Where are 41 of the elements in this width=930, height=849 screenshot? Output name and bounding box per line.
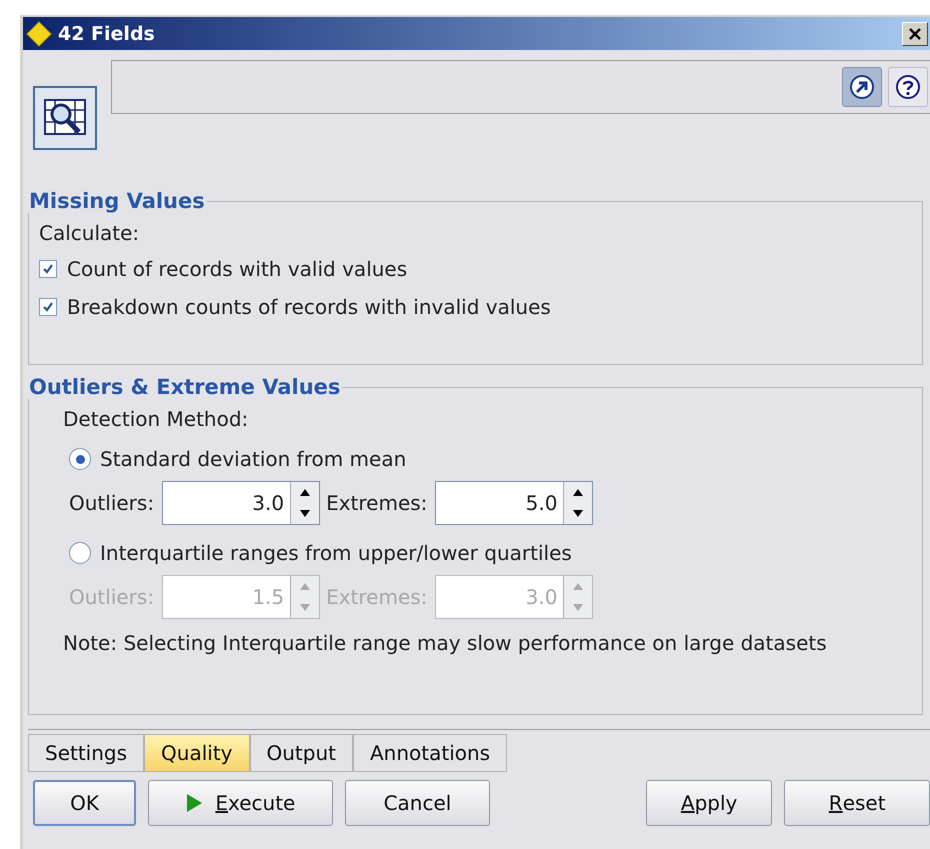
tab[interactable]: Quality [144,734,250,772]
help-button[interactable] [888,67,928,107]
check-icon [41,300,55,314]
field-label: Outliers: [69,491,154,515]
checkbox[interactable] [39,298,57,316]
field-label: Extremes: [326,491,428,515]
diamond-icon [26,20,52,46]
down-arrow-icon[interactable] [300,510,310,517]
close-button[interactable] [902,22,928,46]
up-arrow-icon[interactable] [573,489,584,496]
dialog-button[interactable]: Cancel [344,780,490,826]
launch-button[interactable] [842,67,882,107]
checkbox-option[interactable]: Count of records with valid values [39,257,912,281]
close-icon [908,26,922,40]
up-arrow-icon[interactable] [300,489,310,496]
group-title: Outliers & Extreme Values [28,375,342,399]
play-icon [185,793,204,813]
help-icon [894,73,922,101]
checkbox-option[interactable]: Breakdown counts of records with invalid values [39,295,912,319]
calculate-label: Calculate: [39,221,140,245]
dialog-button[interactable]: Apply [646,780,772,826]
group-title: Missing Values [28,189,206,213]
tab[interactable]: Annotations [352,734,508,772]
dialog-button[interactable]: OK [33,780,136,826]
checkbox[interactable] [39,260,57,278]
note-text: Note: Selecting Interquartile range may slow performance on large datasets [63,631,828,655]
dialog-button[interactable]: Reset [784,780,930,826]
down-arrow-icon[interactable] [573,510,584,517]
window-title: 42 Fields [58,22,156,44]
execute-button[interactable]: Execute [148,780,333,826]
field-label: Outliers: [69,585,154,609]
radio-button[interactable] [69,448,91,470]
radio-option[interactable]: Standard deviation from mean [69,447,912,471]
detection-method-label: Detection Method: [63,407,250,431]
number-spinner[interactable]: 3.0 [162,481,320,525]
number-spinner[interactable]: 5.0 [435,481,594,525]
tab[interactable]: Output [250,734,353,772]
tab[interactable]: Settings [28,734,144,772]
field-label: Extremes: [326,585,428,609]
check-icon [41,262,55,276]
magnifier-table-icon [33,86,97,150]
